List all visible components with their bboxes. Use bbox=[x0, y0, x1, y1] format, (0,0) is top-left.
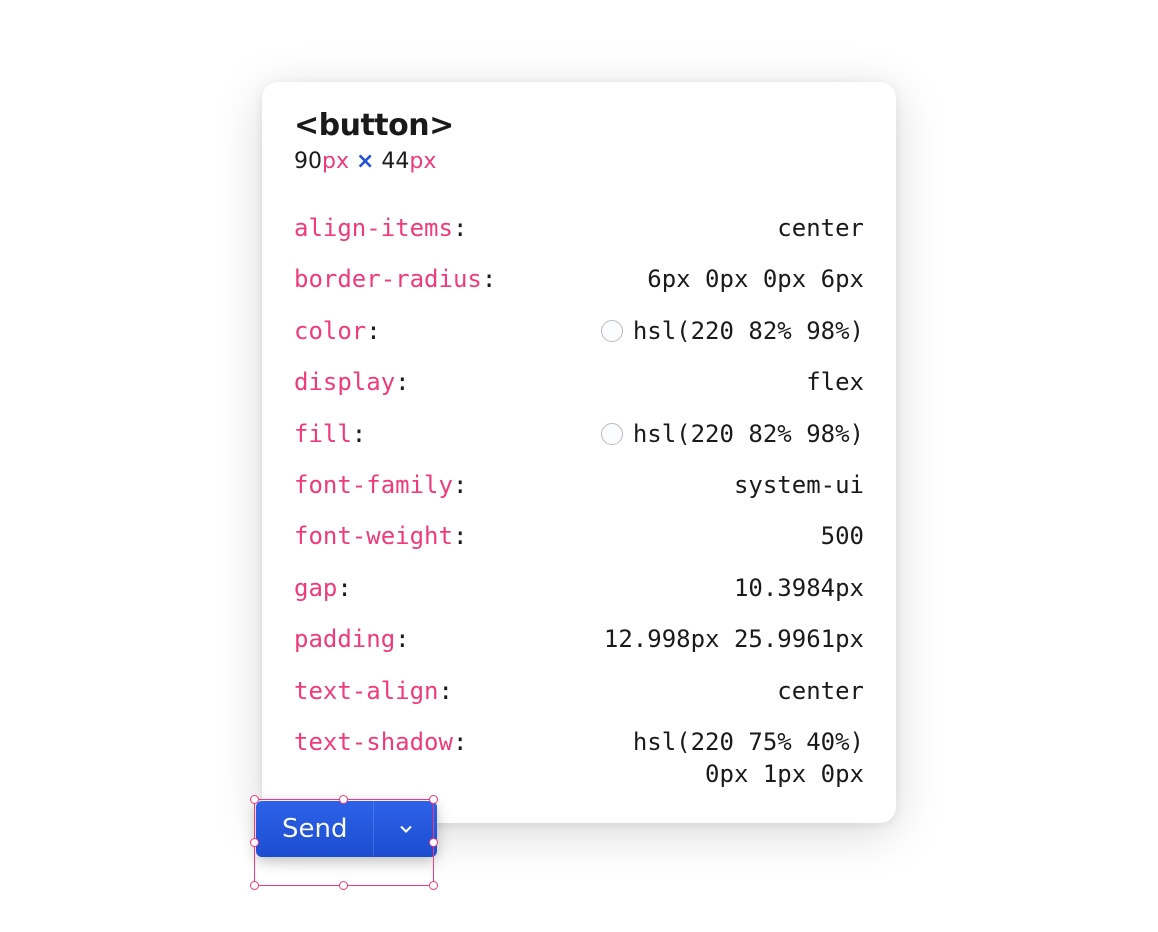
css-property-value: 6px 0px 0px 6px bbox=[647, 263, 864, 295]
css-property-row: font-family: system-ui bbox=[294, 469, 864, 501]
css-property-row: text-align: center bbox=[294, 675, 864, 707]
colon: : bbox=[366, 315, 380, 347]
dimension-separator: × bbox=[356, 149, 374, 174]
resize-handle-icon[interactable] bbox=[429, 881, 438, 890]
send-dropdown-button[interactable] bbox=[373, 801, 437, 857]
css-property-value: 500 bbox=[821, 520, 864, 552]
css-property-value: center bbox=[777, 675, 864, 707]
css-property-name: border-radius bbox=[294, 263, 482, 295]
css-property-name: gap bbox=[294, 572, 337, 604]
resize-handle-icon[interactable] bbox=[250, 881, 259, 890]
css-property-name: color bbox=[294, 315, 366, 347]
css-property-row: padding: 12.998px 25.9961px bbox=[294, 623, 864, 655]
colon: : bbox=[453, 212, 467, 244]
css-inspector-tooltip: <button> 90px × 44px align-items: center… bbox=[262, 82, 896, 823]
element-dimensions: 90px × 44px bbox=[294, 149, 864, 174]
send-button[interactable]: Send bbox=[256, 801, 373, 857]
css-property-row: font-weight: 500 bbox=[294, 520, 864, 552]
css-property-name: text-align bbox=[294, 675, 439, 707]
css-property-name: align-items bbox=[294, 212, 453, 244]
css-property-value: hsl(220 82% 98%) bbox=[633, 315, 864, 347]
css-property-name: font-weight bbox=[294, 520, 453, 552]
dimension-width: 90 bbox=[294, 149, 322, 174]
css-property-row: border-radius: 6px 0px 0px 6px bbox=[294, 263, 864, 295]
colon: : bbox=[482, 263, 496, 295]
colon: : bbox=[337, 572, 351, 604]
css-property-name: font-family bbox=[294, 469, 453, 501]
dimension-height: 44 bbox=[381, 149, 409, 174]
colon: : bbox=[352, 418, 366, 450]
css-property-row: gap: 10.3984px bbox=[294, 572, 864, 604]
colon: : bbox=[439, 675, 453, 707]
css-property-name: display bbox=[294, 366, 395, 398]
css-property-name: padding bbox=[294, 623, 395, 655]
colon: : bbox=[395, 623, 409, 655]
css-property-name: fill bbox=[294, 418, 352, 450]
css-property-value: 10.3984px bbox=[734, 572, 864, 604]
css-properties-list: align-items: center border-radius: 6px 0… bbox=[294, 212, 864, 791]
css-property-row: fill: hsl(220 82% 98%) bbox=[294, 418, 864, 450]
css-property-value: center bbox=[777, 212, 864, 244]
resize-handle-icon[interactable] bbox=[339, 881, 348, 890]
css-property-value: hsl(220 82% 98%) bbox=[633, 418, 864, 450]
css-property-row: align-items: center bbox=[294, 212, 864, 244]
send-button-group: Send bbox=[256, 801, 437, 857]
css-property-row: display: flex bbox=[294, 366, 864, 398]
css-property-row: color: hsl(220 82% 98%) bbox=[294, 315, 864, 347]
css-property-name: text-shadow bbox=[294, 726, 453, 758]
colon: : bbox=[395, 366, 409, 398]
colon: : bbox=[453, 520, 467, 552]
dimension-unit: px bbox=[409, 149, 436, 174]
dimension-unit: px bbox=[322, 149, 349, 174]
css-property-row: text-shadow: hsl(220 75% 40%) 0px 1px 0p… bbox=[294, 726, 864, 791]
chevron-down-icon bbox=[396, 819, 416, 839]
colon: : bbox=[453, 726, 467, 758]
css-property-value: 12.998px 25.9961px bbox=[604, 623, 864, 655]
css-property-value: flex bbox=[806, 366, 864, 398]
css-property-value: system-ui bbox=[734, 469, 864, 501]
element-tag-name: <button> bbox=[294, 108, 864, 143]
colon: : bbox=[453, 469, 467, 501]
color-swatch-icon bbox=[601, 423, 623, 445]
css-property-value: hsl(220 75% 40%) 0px 1px 0px bbox=[633, 726, 864, 791]
color-swatch-icon bbox=[601, 320, 623, 342]
